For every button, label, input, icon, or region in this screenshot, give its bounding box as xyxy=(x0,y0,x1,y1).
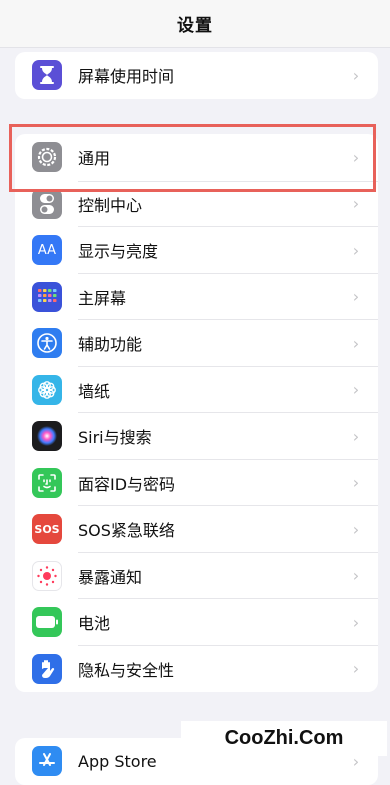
settings-row-label: 辅助功能 xyxy=(78,335,143,355)
chevron-right-icon: › xyxy=(352,612,360,632)
face-id-icon xyxy=(32,467,62,498)
settings-row-label: SOS紧急联络 xyxy=(78,521,175,541)
settings-group-screen-time: 屏幕使用时间 › xyxy=(15,52,378,99)
chevron-right-icon: › xyxy=(352,473,360,493)
chevron-right-icon: › xyxy=(352,659,360,679)
settings-row-label: Siri与搜索 xyxy=(78,428,152,448)
settings-row-exposure[interactable]: 暴露通知 › xyxy=(15,553,378,599)
hand-icon xyxy=(32,653,62,684)
accessibility-icon xyxy=(32,328,62,359)
watermark: CooZhi.Com xyxy=(181,721,387,756)
settings-row-control-center[interactable]: 控制中心 › xyxy=(15,180,378,227)
settings-row-label: 控制中心 xyxy=(78,195,143,215)
settings-row-screen-time[interactable]: 屏幕使用时间 › xyxy=(15,52,378,99)
sos-icon: SOS xyxy=(32,514,62,545)
settings-row-general[interactable]: 通用 › xyxy=(15,134,378,181)
settings-row-label: 通用 xyxy=(78,149,111,169)
display-aa-icon: AA xyxy=(32,235,62,266)
settings-row-home-screen[interactable]: 主屏幕 › xyxy=(15,274,378,320)
settings-row-display[interactable]: AA 显示与亮度 › xyxy=(15,227,378,274)
settings-row-wallpaper[interactable]: 墙纸 › xyxy=(15,367,378,413)
chevron-right-icon: › xyxy=(352,566,360,586)
chevron-right-icon: › xyxy=(352,426,360,446)
settings-row-label: 屏幕使用时间 xyxy=(78,67,175,87)
exposure-icon xyxy=(32,560,62,591)
chevron-right-icon: › xyxy=(352,65,360,85)
chevron-right-icon: › xyxy=(352,333,360,353)
hourglass-icon xyxy=(32,60,62,91)
chevron-right-icon: › xyxy=(352,380,360,400)
settings-row-label: 显示与亮度 xyxy=(78,242,159,262)
settings-row-label: 主屏幕 xyxy=(78,288,127,308)
settings-row-accessibility[interactable]: 辅助功能 › xyxy=(15,320,378,367)
gear-icon xyxy=(32,142,62,173)
settings-row-label: 暴露通知 xyxy=(78,567,143,587)
settings-row-battery[interactable]: 电池 › xyxy=(15,599,378,646)
chevron-right-icon: › xyxy=(352,194,360,214)
settings-row-label: 电池 xyxy=(78,614,111,634)
settings-row-face-id[interactable]: 面容ID与密码 › xyxy=(15,460,378,506)
page-title: 设置 xyxy=(177,16,213,36)
home-grid-icon xyxy=(32,281,62,312)
settings-row-label: 隐私与安全性 xyxy=(78,660,175,680)
app-store-icon xyxy=(32,746,62,777)
navigation-bar: 设置 xyxy=(0,0,390,48)
settings-row-label: 面容ID与密码 xyxy=(78,474,176,494)
settings-row-siri[interactable]: Siri与搜索 › xyxy=(15,413,378,460)
chevron-right-icon: › xyxy=(352,147,360,167)
chevron-right-icon: › xyxy=(352,519,360,539)
battery-icon xyxy=(32,607,62,638)
chevron-right-icon: › xyxy=(352,240,360,260)
chevron-right-icon: › xyxy=(352,287,360,307)
settings-group-main: 通用 › 控制中心 › AA 显示与亮度 › 主屏幕 › 辅助功能 › 墙纸 ›… xyxy=(15,134,378,692)
siri-icon xyxy=(32,421,62,452)
flower-icon xyxy=(32,374,62,405)
row-separator xyxy=(78,180,378,182)
settings-row-privacy[interactable]: 隐私与安全性 › xyxy=(15,646,378,693)
toggles-icon xyxy=(32,188,62,219)
settings-row-sos[interactable]: SOS SOS紧急联络 › xyxy=(15,506,378,553)
settings-row-label: 墙纸 xyxy=(78,381,111,401)
